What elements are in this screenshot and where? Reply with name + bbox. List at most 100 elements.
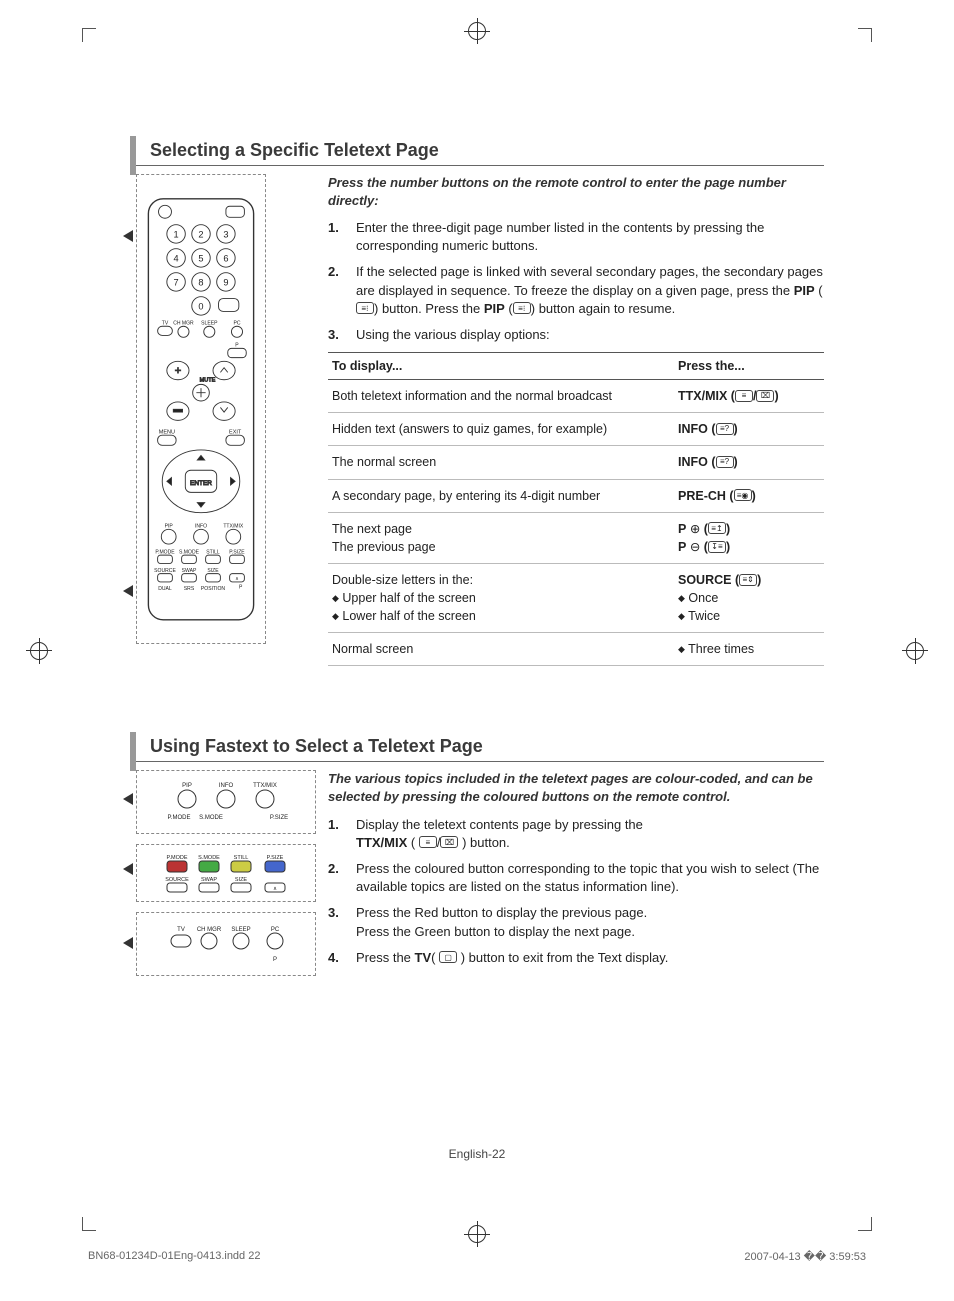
svg-text:P.MODE: P.MODE xyxy=(167,855,188,861)
registration-mark-right xyxy=(906,642,924,660)
svg-text:SRS: SRS xyxy=(184,586,195,592)
svg-text:SLEEP: SLEEP xyxy=(201,320,218,326)
step-4: 4. Press the TV( ▢ ) button to exit from… xyxy=(328,949,824,967)
svg-text:9: 9 xyxy=(223,277,228,287)
registration-mark-left xyxy=(30,642,48,660)
svg-text:PIP: PIP xyxy=(182,783,192,789)
svg-text:P.SIZE: P.SIZE xyxy=(270,815,288,821)
svg-text:P.SIZE: P.SIZE xyxy=(267,855,284,861)
svg-text:2: 2 xyxy=(198,229,203,239)
remote-illustration-colour: P.MODE S.MODE STILL P.SIZE SOURCE SWAP SIZE ∧ xyxy=(136,844,316,902)
svg-text:1: 1 xyxy=(174,229,179,239)
svg-text:SIZE: SIZE xyxy=(207,567,219,573)
page-number: English-22 xyxy=(0,1147,954,1161)
svg-text:EXIT: EXIT xyxy=(229,429,242,435)
step-2: 2. Press the coloured button correspondi… xyxy=(328,860,824,896)
svg-text:6: 6 xyxy=(223,253,228,263)
svg-text:PC: PC xyxy=(271,927,280,933)
table-row: Double-size letters in the: ◆ Upper half… xyxy=(328,563,824,632)
svg-text:5: 5 xyxy=(198,253,203,263)
svg-text:PIP: PIP xyxy=(165,523,174,529)
svg-text:+: + xyxy=(175,365,181,377)
reveal-icon: ≡? xyxy=(716,423,734,435)
step-1: 1. Enter the three-digit page number lis… xyxy=(328,219,824,255)
section-title: Using Fastext to Select a Teletext Page xyxy=(130,736,824,762)
svg-text:S.MODE: S.MODE xyxy=(179,549,200,555)
subpage-icon: ≡◉ xyxy=(734,489,752,501)
remote-illustration-ttx: PIP INFO TTX/MIX P.MODE S.MODE P.SIZE xyxy=(136,770,316,834)
ttx-icon: ≡ xyxy=(735,390,753,402)
meta-file: BN68-01234D-01Eng-0413.indd 22 xyxy=(88,1250,260,1263)
section-fastext: Using Fastext to Select a Teletext Page … xyxy=(130,736,824,976)
ttx-icon: ≡ xyxy=(419,836,437,848)
remote-svg: 1 2 3 4 5 6 7 8 9 0 xyxy=(141,197,261,622)
svg-text:CH MGR: CH MGR xyxy=(173,320,194,326)
step-3: 3. Press the Red button to display the p… xyxy=(328,904,824,940)
table-row: Both teletext information and the normal… xyxy=(328,380,824,413)
step-3: 3. Using the various display options: xyxy=(328,326,824,344)
svg-text:STILL: STILL xyxy=(234,855,249,861)
svg-text:INFO: INFO xyxy=(195,523,207,529)
svg-text:P.MODE: P.MODE xyxy=(168,815,191,821)
table-row: Hidden text (answers to quiz games, for … xyxy=(328,413,824,446)
svg-text:TTX/MIX: TTX/MIX xyxy=(253,783,277,789)
tv-icon: ▢ xyxy=(439,951,457,963)
section2-intro: The various topics included in the telet… xyxy=(328,770,824,805)
svg-text:4: 4 xyxy=(174,253,179,263)
meta-date: 2007-04-13 �� 3:59:53 xyxy=(744,1250,866,1263)
section-selecting-teletext: Selecting a Specific Teletext Page 1 xyxy=(130,140,824,666)
section-title-text: Selecting a Specific Teletext Page xyxy=(150,140,439,160)
svg-text:S.MODE: S.MODE xyxy=(199,815,223,821)
svg-text:P.MODE: P.MODE xyxy=(155,549,175,555)
svg-text:DUAL: DUAL xyxy=(158,586,172,592)
mix-icon: ⌧ xyxy=(756,390,774,402)
step-2: 2. If the selected page is linked with s… xyxy=(328,263,824,318)
svg-text:∧: ∧ xyxy=(273,886,277,892)
svg-text:3: 3 xyxy=(223,229,228,239)
svg-text:S.MODE: S.MODE xyxy=(198,855,220,861)
section1-steps: 1. Enter the three-digit page number lis… xyxy=(328,219,824,344)
svg-text:CH MGR: CH MGR xyxy=(197,927,222,933)
remote-illustration-tv: TV CH MGR SLEEP PC P xyxy=(136,912,316,976)
svg-text:8: 8 xyxy=(198,277,203,287)
remote-illustration-full: 1 2 3 4 5 6 7 8 9 0 xyxy=(136,174,266,644)
svg-text:POSITION: POSITION xyxy=(201,586,226,592)
svg-text:STILL: STILL xyxy=(206,549,220,555)
pagedown-icon: ↧≡ xyxy=(708,541,726,553)
display-options-table: To display... Press the... Both teletext… xyxy=(328,352,824,666)
svg-text:TV: TV xyxy=(177,927,185,933)
table-row: The normal screen INFO (≡?) xyxy=(328,446,824,479)
svg-text:ENTER: ENTER xyxy=(190,480,212,487)
th-press: Press the... xyxy=(674,353,824,380)
svg-text:SWAP: SWAP xyxy=(182,567,197,573)
reveal-icon: ≡? xyxy=(716,456,734,468)
svg-text:INFO: INFO xyxy=(219,783,234,789)
svg-text:SLEEP: SLEEP xyxy=(231,927,250,933)
size-icon: ≡⇕ xyxy=(739,574,757,586)
print-meta-footer: BN68-01234D-01Eng-0413.indd 22 2007-04-1… xyxy=(88,1250,866,1263)
svg-text:P.SIZE: P.SIZE xyxy=(229,549,245,555)
svg-text:SWAP: SWAP xyxy=(201,877,217,883)
table-row: The next page The previous page P ⊕ (≡↥)… xyxy=(328,512,824,563)
svg-text:MENU: MENU xyxy=(159,429,175,435)
step-1: 1. Display the teletext contents page by… xyxy=(328,816,824,852)
svg-text:TV: TV xyxy=(162,320,169,326)
svg-text:SOURCE: SOURCE xyxy=(154,567,176,573)
hold-icon: ≡⁝ xyxy=(356,302,374,314)
hold-icon: ≡⁝ xyxy=(513,302,531,314)
svg-text:P: P xyxy=(273,957,277,963)
section-title-text: Using Fastext to Select a Teletext Page xyxy=(150,736,483,756)
svg-text:TTX/MIX: TTX/MIX xyxy=(223,523,244,529)
table-row: A secondary page, by entering its 4-digi… xyxy=(328,479,824,512)
th-display: To display... xyxy=(328,353,674,380)
table-row: Normal screen ◆ Three times xyxy=(328,633,824,666)
section-title: Selecting a Specific Teletext Page xyxy=(130,140,824,166)
svg-text:SOURCE: SOURCE xyxy=(165,877,189,883)
section2-steps: 1. Display the teletext contents page by… xyxy=(328,816,824,967)
svg-text:0: 0 xyxy=(198,301,203,311)
section1-intro: Press the number buttons on the remote c… xyxy=(328,174,824,209)
mix-icon: ⌧ xyxy=(440,836,458,848)
svg-text:PC: PC xyxy=(233,320,240,326)
svg-text:SIZE: SIZE xyxy=(235,877,248,883)
pageup-icon: ≡↥ xyxy=(708,522,726,534)
